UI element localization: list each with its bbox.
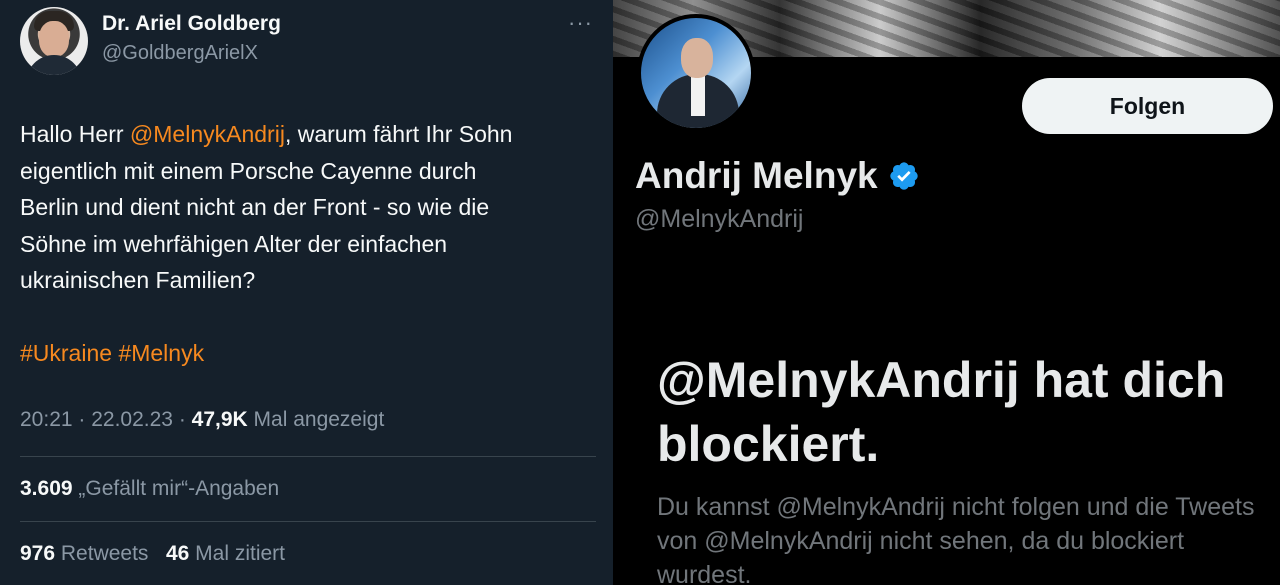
- quotes-count: 46: [165, 542, 190, 565]
- views-count: 47,9K: [191, 408, 248, 431]
- author-name[interactable]: Dr. Ariel Goldberg: [102, 12, 281, 36]
- tweet-time[interactable]: 20:21: [20, 408, 73, 431]
- likes-stat[interactable]: 3.609 „Gefällt mir“-Angaben: [20, 477, 279, 501]
- tweet-date[interactable]: 22.02.23: [91, 408, 173, 431]
- author-avatar[interactable]: [20, 7, 88, 75]
- profile-name-row: Andrij Melnyk: [635, 155, 920, 197]
- retweets-stat[interactable]: 976 Retweets 46 Mal zitiert: [20, 542, 285, 566]
- likes-count: 3.609: [20, 477, 73, 500]
- profile-avatar[interactable]: [637, 14, 755, 132]
- divider: [20, 521, 596, 522]
- tweet-text-start: Hallo Herr: [20, 121, 130, 147]
- mention-link[interactable]: @MelnykAndrij: [130, 121, 285, 147]
- blocked-title: @MelnykAndrij hat dich blockiert.: [657, 352, 1226, 472]
- hashtag-melnyk[interactable]: #Melnyk: [118, 340, 204, 366]
- follow-button[interactable]: Folgen: [1022, 78, 1273, 134]
- hashtag-ukraine[interactable]: #Ukraine: [20, 340, 112, 366]
- quotes-label: Mal zitiert: [195, 542, 286, 565]
- likes-label: „Gefällt mir“-Angaben: [78, 477, 280, 500]
- views-label: Mal angezeigt: [253, 408, 385, 431]
- tweet-panel: Dr. Ariel Goldberg @GoldbergArielX ··· H…: [0, 0, 613, 585]
- profile-panel: Folgen Andrij Melnyk @MelnykAndrij @Meln…: [613, 0, 1280, 585]
- divider: [20, 456, 596, 457]
- author-handle[interactable]: @GoldbergArielX: [102, 42, 258, 65]
- retweets-count: 976: [20, 542, 56, 565]
- retweets-label: Retweets: [60, 542, 149, 565]
- profile-handle: @MelnykAndrij: [635, 205, 804, 233]
- tweet-meta: 20:21 · 22.02.23 · 47,9K Mal angezeigt: [20, 408, 385, 431]
- tweet-text: Hallo Herr @MelnykAndrij, warum fährt Ih…: [20, 116, 605, 372]
- blocked-description: Du kannst @MelnykAndrij nicht folgen und…: [657, 493, 1255, 585]
- profile-name: Andrij Melnyk: [635, 155, 878, 196]
- verified-icon: [889, 162, 918, 190]
- more-icon[interactable]: ···: [568, 10, 593, 36]
